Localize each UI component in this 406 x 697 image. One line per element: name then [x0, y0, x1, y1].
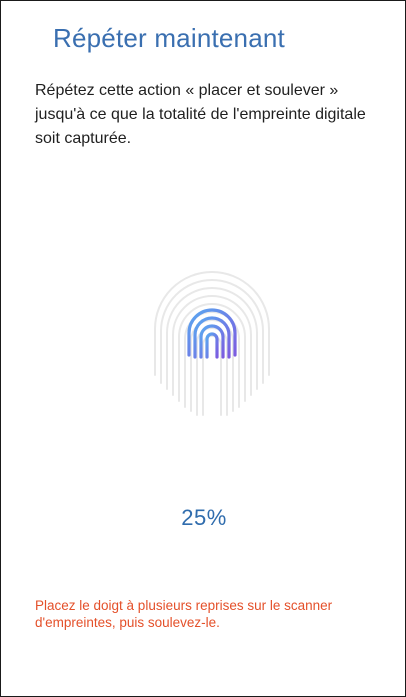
fingerprint-sensor[interactable]: [149, 271, 275, 417]
progress-percentage: 25%: [181, 505, 227, 530]
scanner-instruction: Placez le doigt à plusieurs reprises sur…: [35, 598, 333, 630]
instruction-description: Répétez cette action « placer et souleve…: [35, 82, 366, 147]
fingerprint-icon: [154, 271, 270, 416]
page-title: Répéter maintenant: [53, 23, 285, 53]
screen: Répéter maintenant Répétez cette action …: [0, 0, 406, 697]
fingerprint-captured-ridges: [187, 308, 237, 359]
